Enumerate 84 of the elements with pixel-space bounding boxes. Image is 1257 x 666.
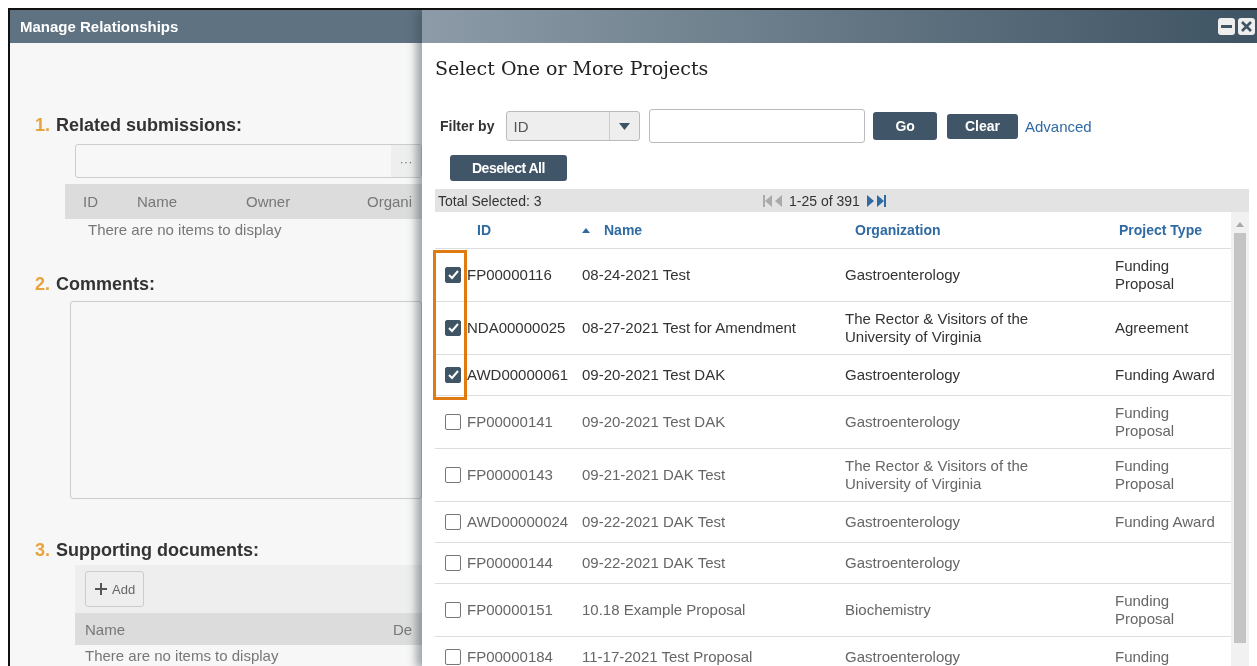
empty-message: There are no items to display xyxy=(84,647,280,664)
column-header: De xyxy=(393,620,414,638)
browse-button[interactable]: ··· xyxy=(391,145,421,177)
last-page-icon[interactable] xyxy=(876,194,886,207)
organization-cell-text: Gastroenterology xyxy=(845,266,962,284)
row-checkbox[interactable] xyxy=(445,514,461,530)
clear-button[interactable]: Clear xyxy=(946,113,1018,139)
project-name: 09-22-2021 DAK Test xyxy=(582,513,727,531)
dialog-heading: Select One or More Projects xyxy=(435,57,710,79)
column-header[interactable]: ID xyxy=(467,222,491,238)
total-selected: Total Selected: 3 xyxy=(438,192,543,209)
organization-cell-text: The Rector & Visitors of the University of Virginia xyxy=(845,310,1030,346)
add-button[interactable]: Add xyxy=(85,571,145,607)
project-id: FP00000184 xyxy=(467,648,554,666)
advanced-link[interactable]: Advanced xyxy=(1024,117,1092,135)
project-id: FP00000116 xyxy=(467,266,553,284)
organization-cell-text: Gastroenterology xyxy=(845,648,962,666)
next-page-icon[interactable] xyxy=(866,194,874,207)
plus-icon xyxy=(94,582,108,596)
filter-label: Filter by xyxy=(440,118,495,134)
search-field[interactable] xyxy=(649,109,866,143)
column-header: ID xyxy=(83,193,99,210)
row-checkbox[interactable] xyxy=(445,467,461,483)
section-label: Related submissions: xyxy=(56,115,243,136)
filter-dropdown[interactable]: ID xyxy=(506,111,641,141)
section-number: 2. xyxy=(35,274,50,295)
project-name: 09-20-2021 Test DAK xyxy=(582,366,727,384)
project-type: Funding Proposal xyxy=(1114,257,1176,293)
column-header[interactable]: Project Type xyxy=(1109,222,1202,238)
empty-message: There are no items to display xyxy=(87,221,283,238)
project-name: 11-17-2021 Test Proposal xyxy=(582,648,754,666)
row-checkbox[interactable] xyxy=(445,367,461,383)
project-name: 09-21-2021 DAK Test xyxy=(582,466,727,484)
scrollbar[interactable] xyxy=(1231,212,1249,666)
organization-cell-text: Gastroenterology xyxy=(845,366,962,384)
project-name: 08-27-2021 Test for Amendment xyxy=(582,319,798,337)
project-id: AWD00000024 xyxy=(467,513,570,531)
project-id: NDA00000025 xyxy=(467,319,567,337)
column-header[interactable]: Organization xyxy=(845,222,941,238)
close-icon[interactable] xyxy=(1238,18,1255,35)
column-header[interactable]: Name xyxy=(594,222,643,238)
row-checkbox[interactable] xyxy=(445,320,461,336)
project-id: FP00000144 xyxy=(467,554,554,572)
project-name: 10.18 Example Proposal xyxy=(582,601,747,619)
project-name: 09-20-2021 Test DAK xyxy=(582,413,727,431)
project-id: FP00000141 xyxy=(467,413,554,431)
deselect-all-button[interactable]: Deselect All xyxy=(450,155,567,181)
go-button[interactable]: Go xyxy=(873,112,937,140)
page-range: 1-25 of 391 xyxy=(789,192,860,209)
column-header: Name xyxy=(85,620,126,638)
section-label: Supporting documents: xyxy=(56,540,259,561)
column-header: Name xyxy=(137,193,178,210)
organization-cell-text: The Rector & Visitors of the University of Virginia xyxy=(845,457,1030,493)
project-name: 09-22-2021 DAK Test xyxy=(582,554,727,572)
dialog-title: Manage Relationships xyxy=(10,10,422,43)
row-checkbox[interactable] xyxy=(445,555,461,571)
project-type: Funding Proposal xyxy=(1114,404,1176,440)
project-type: Funding Proposal xyxy=(1114,457,1176,493)
row-checkbox[interactable] xyxy=(445,649,461,665)
organization-cell-text: Gastroenterology xyxy=(845,413,962,431)
project-type: Funding Proposal xyxy=(1114,592,1176,628)
organization-cell-text: Biochemistry xyxy=(845,601,932,619)
row-checkbox[interactable] xyxy=(445,267,461,283)
column-header: Owner xyxy=(246,193,292,210)
project-id: FP00000143 xyxy=(467,466,554,484)
project-id: FP00000151 xyxy=(467,601,554,619)
project-type: Funding Award xyxy=(1114,513,1216,531)
project-type: Funding Award xyxy=(1114,366,1216,384)
organization-cell-text: Gastroenterology xyxy=(845,513,962,531)
section-number: 1. xyxy=(35,115,50,136)
organization-cell-text: Gastroenterology xyxy=(845,554,962,572)
comments-field[interactable] xyxy=(70,301,422,499)
minimize-icon[interactable] xyxy=(1218,18,1235,35)
section-label: Comments: xyxy=(56,274,156,295)
row-checkbox[interactable] xyxy=(445,602,461,618)
submission-picker-field[interactable]: ··· xyxy=(75,144,422,178)
section-number: 3. xyxy=(35,540,50,561)
column-header: Organi xyxy=(367,193,414,210)
project-name: 08-24-2021 Test xyxy=(582,266,692,284)
caret-icon xyxy=(619,122,631,130)
project-id: AWD00000061 xyxy=(467,366,570,384)
project-type: Agreement xyxy=(1114,319,1190,337)
project-type: Funding xyxy=(1114,648,1171,666)
row-checkbox[interactable] xyxy=(445,414,461,430)
